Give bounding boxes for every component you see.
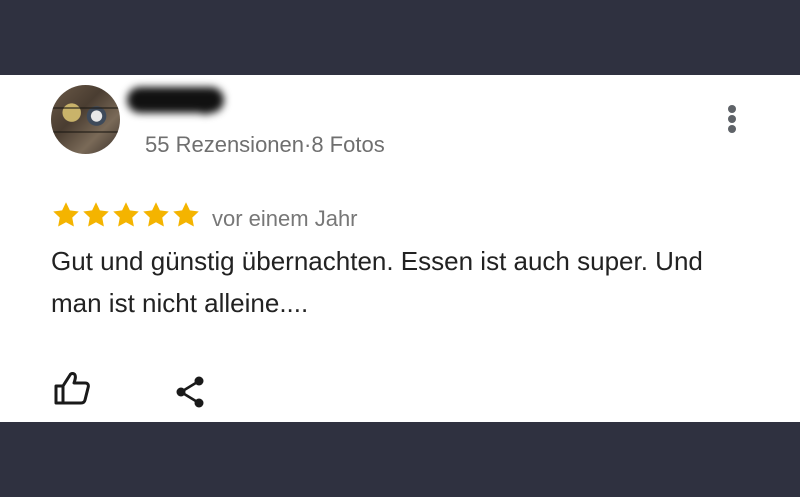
star-icon	[53, 202, 79, 227]
more-vertical-icon[interactable]	[722, 103, 742, 135]
review-card: disteg 55 Rezensionen·8 Fotos vor einem …	[0, 75, 800, 422]
author-name[interactable]: disteg	[127, 87, 224, 113]
star-rating	[51, 198, 201, 232]
star-icon	[113, 202, 139, 227]
star-icon	[143, 202, 169, 227]
share-icon[interactable]	[174, 375, 206, 409]
author-meta: 55 Rezensionen·8 Fotos	[145, 132, 385, 157]
avatar[interactable]	[51, 85, 120, 154]
thumbs-up-icon[interactable]	[53, 371, 91, 405]
review-time: vor einem Jahr	[212, 206, 358, 231]
star-icon	[83, 202, 109, 227]
star-icon	[173, 202, 199, 227]
review-text: Gut und günstig übernachten. Essen ist a…	[51, 246, 703, 318]
